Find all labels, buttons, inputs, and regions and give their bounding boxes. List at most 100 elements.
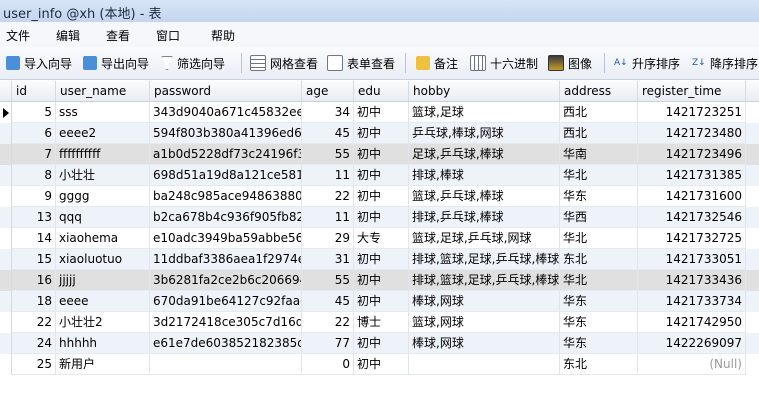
column-header-hobby[interactable]: hobby [409,81,560,101]
row-selector[interactable] [0,333,12,354]
cell-address[interactable]: 华南 [560,144,638,165]
cell-password[interactable]: 594f803b380a41396ed63 [150,123,302,144]
cell-user-name[interactable]: jjjjj [56,270,150,291]
cell-password[interactable]: 343d9040a671c45832ee5 [150,102,302,123]
cell-address[interactable]: 华北 [560,228,638,249]
cell-edu[interactable]: 大专 [354,228,409,249]
cell-user-name[interactable]: eeee [56,291,150,312]
table-row[interactable]: 14 xiaohema e10adc3949ba59abbe56e 29 大专 篮球,足球… [0,228,759,249]
cell-register-time[interactable]: 1421732546 [638,207,746,228]
form-view-button[interactable]: 表单查看 [327,53,395,73]
row-selector[interactable] [0,165,12,186]
cell-age[interactable]: 29 [302,228,354,249]
menu-help[interactable]: 帮助 [211,27,235,44]
cell-register-time[interactable]: 1422269097 [638,333,746,354]
table-row[interactable]: 6 eeee2 594f803b380a41396ed63 45 初中 乒乓球,棒球,网球… [0,123,759,144]
cell-user-name[interactable]: 小壮壮 [56,165,150,186]
cell-age[interactable]: 11 [302,207,354,228]
cell-address[interactable]: 华东 [560,291,638,312]
cell-hobby[interactable]: 排球,篮球,足球,乒乓球,棒球, [409,249,560,270]
cell-hobby[interactable]: 乒乓球,棒球,网球 [409,123,560,144]
row-selector[interactable] [0,228,12,249]
cell-address[interactable]: 西北 [560,123,638,144]
row-selector[interactable] [0,144,12,165]
column-header-register-time[interactable]: register_time [638,81,746,101]
memo-button[interactable]: 备注 [416,53,458,73]
cell-password[interactable]: e61e7de603852182385da [150,333,302,354]
filter-wizard-button[interactable]: 筛选向导 [161,53,225,73]
menu-window[interactable]: 窗口 [156,27,180,44]
cell-id[interactable]: 7 [12,144,56,165]
cell-edu[interactable]: 初中 [354,102,409,123]
column-header-id[interactable]: id [12,81,56,101]
cell-address[interactable]: 华北 [560,270,638,291]
cell-user-name[interactable]: 小壮壮2 [56,312,150,333]
cell-address[interactable]: 东北 [560,249,638,270]
cell-password[interactable]: 3b6281fa2ce2b6c206694 [150,270,302,291]
cell-hobby[interactable]: 篮球,足球,乒乓球,网球 [409,228,560,249]
cell-edu[interactable]: 初中 [354,270,409,291]
cell-id[interactable]: 18 [12,291,56,312]
menu-edit[interactable]: 编辑 [56,27,80,44]
cell-age[interactable]: 55 [302,144,354,165]
table-row[interactable]: 8 小壮壮 698d51a19d8a121ce5814 11 初中 排球,棒球 华北 1421… [0,165,759,186]
cell-register-time[interactable]: 1421732725 [638,228,746,249]
cell-age[interactable]: 77 [302,333,354,354]
cell-password[interactable]: 11ddbaf3386aea1f2974e [150,249,302,270]
row-selector[interactable] [0,123,12,144]
image-button[interactable]: 图像 [548,53,592,73]
row-selector[interactable] [0,354,12,375]
cell-id[interactable]: 8 [12,165,56,186]
cell-edu[interactable]: 初中 [354,144,409,165]
cell-hobby[interactable]: 排球,棒球 [409,165,560,186]
cell-age[interactable]: 0 [302,354,354,375]
cell-register-time[interactable]: 1421733051 [638,249,746,270]
cell-password[interactable]: a1b0d5228df73c24196f32 [150,144,302,165]
export-wizard-button[interactable]: 导出向导 [83,53,149,73]
import-wizard-button[interactable]: 导入向导 [6,53,72,73]
row-selector[interactable] [0,249,12,270]
cell-address[interactable]: 华西 [560,207,638,228]
cell-register-time[interactable]: 1421731385 [638,165,746,186]
cell-id[interactable]: 13 [12,207,56,228]
cell-hobby[interactable] [409,354,560,375]
cell-password[interactable]: ba248c985ace948638809 [150,186,302,207]
cell-address[interactable]: 东北 [560,354,638,375]
cell-edu[interactable]: 初中 [354,123,409,144]
cell-address[interactable]: 华东 [560,333,638,354]
cell-id[interactable]: 9 [12,186,56,207]
cell-password[interactable]: 698d51a19d8a121ce5814 [150,165,302,186]
cell-age[interactable]: 31 [302,249,354,270]
cell-age[interactable]: 11 [302,165,354,186]
cell-edu[interactable]: 初中 [354,186,409,207]
cell-age[interactable]: 45 [302,123,354,144]
cell-user-name[interactable]: qqq [56,207,150,228]
cell-edu[interactable]: 博士 [354,312,409,333]
cell-id[interactable]: 25 [12,354,56,375]
cell-address[interactable]: 华北 [560,165,638,186]
cell-id[interactable]: 15 [12,249,56,270]
cell-password[interactable] [150,354,302,375]
cell-age[interactable]: 45 [302,291,354,312]
sort-desc-button[interactable]: Z↓ 降序排序 [692,53,758,73]
cell-password[interactable]: 3d2172418ce305c7d16d4 [150,312,302,333]
cell-edu[interactable]: 初中 [354,354,409,375]
table-row[interactable]: 22 小壮壮2 3d2172418ce305c7d16d4 22 博士 篮球,网球 华东 14… [0,312,759,333]
cell-register-time[interactable]: 1421733436 [638,270,746,291]
cell-edu[interactable]: 初中 [354,333,409,354]
row-selector[interactable] [0,207,12,228]
row-selector[interactable] [0,102,12,123]
cell-register-time[interactable]: 1421733734 [638,291,746,312]
table-row[interactable]: 13 qqq b2ca678b4c936f905fb82f 11 初中 排球,乒乓球,棒球… [0,207,759,228]
cell-hobby[interactable]: 足球,乒乓球,棒球 [409,144,560,165]
row-selector[interactable] [0,312,12,333]
cell-register-time[interactable]: 1421723496 [638,144,746,165]
cell-user-name[interactable]: sss [56,102,150,123]
cell-id[interactable]: 16 [12,270,56,291]
cell-age[interactable]: 55 [302,270,354,291]
cell-password[interactable]: e10adc3949ba59abbe56e [150,228,302,249]
cell-user-name[interactable]: xiaohema [56,228,150,249]
cell-hobby[interactable]: 棒球,网球 [409,333,560,354]
hex-button[interactable]: 十六进制 [470,53,538,73]
cell-hobby[interactable]: 棒球,网球 [409,291,560,312]
